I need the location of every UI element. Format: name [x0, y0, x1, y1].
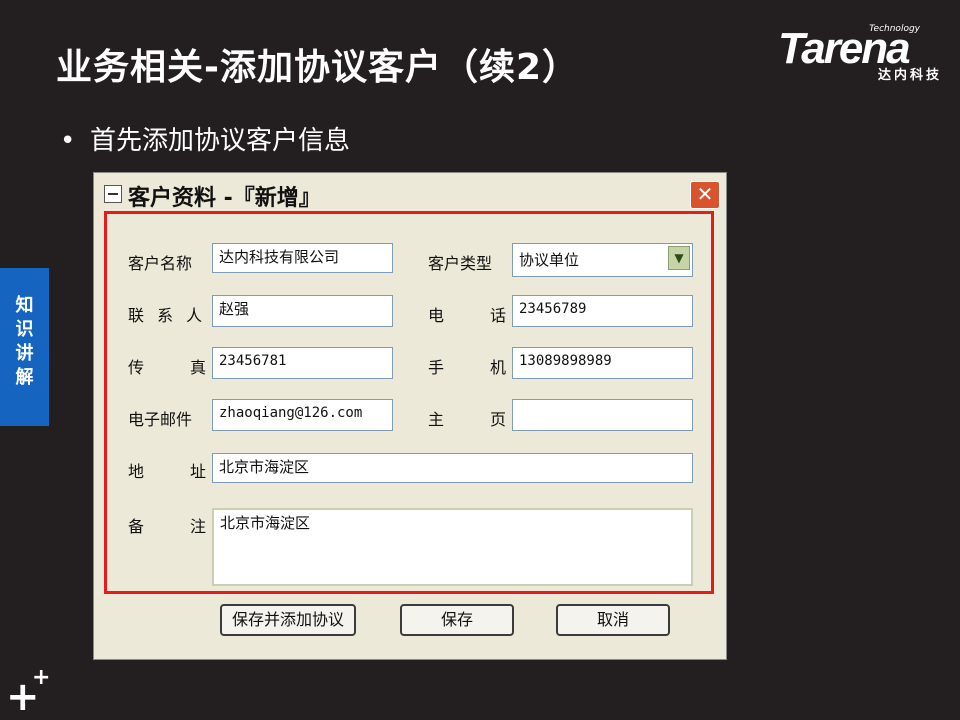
bullet-text: 首先添加协议客户信息: [90, 126, 351, 156]
side-tab-char: 识: [15, 319, 34, 340]
tarena-logo: Tarena Technology 达内科技: [778, 22, 948, 84]
bullet-dot: •: [60, 126, 76, 156]
side-tab-knowledge: 知 识 讲 解: [0, 268, 49, 426]
save-and-add-button[interactable]: 保存并添加协议: [220, 604, 356, 636]
logo-tagline: Technology: [869, 24, 920, 34]
bullet-item: • 首先添加协议客户信息: [60, 120, 350, 157]
cancel-button[interactable]: 取消: [556, 604, 670, 636]
highlight-frame: [104, 211, 714, 594]
save-button[interactable]: 保存: [400, 604, 514, 636]
side-tab-char: 解: [15, 367, 34, 388]
plus-small-icon: +: [32, 665, 51, 690]
system-menu-icon[interactable]: [104, 185, 122, 203]
close-button[interactable]: ✕: [690, 181, 720, 209]
slide-title: 业务相关-添加协议客户（续2）: [56, 47, 579, 88]
dialog-title: 客户资料 -『新增』: [128, 186, 321, 211]
dialog-titlebar[interactable]: 客户资料 -『新增』 ✕: [94, 173, 726, 211]
side-tab-char: 讲: [15, 343, 34, 364]
logo-cn: 达内科技: [877, 68, 942, 83]
side-tab-char: 知: [15, 295, 34, 316]
